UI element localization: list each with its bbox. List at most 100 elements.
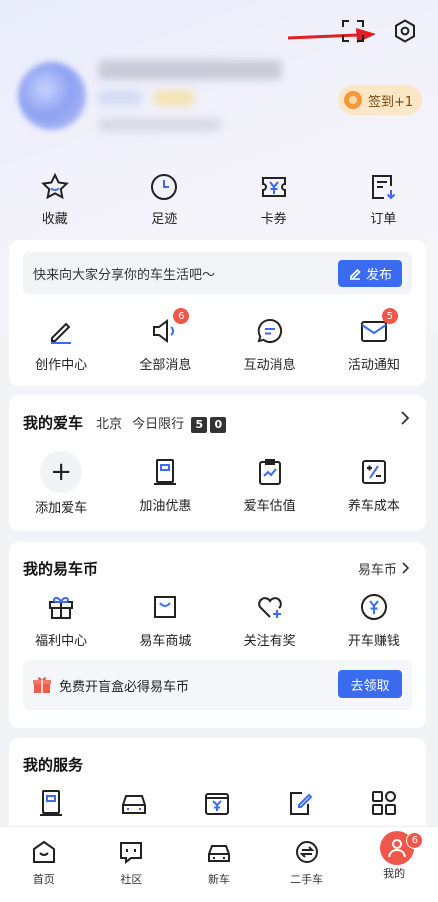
nav-used-car[interactable]: 二手车 (263, 827, 351, 902)
shopping-bag-icon (154, 596, 177, 618)
service-item[interactable] (9, 788, 92, 818)
maintenance-cost[interactable]: 养车成本 (322, 457, 426, 516)
publish-label: 发布 (365, 268, 392, 283)
nav-new-car[interactable]: 新车 (175, 827, 263, 902)
share-prompt: 快来向大家分享你的车生活吧～ (33, 267, 216, 283)
cell-label: 易车商城 (139, 634, 192, 649)
gift-icon (49, 596, 74, 619)
drive-earn[interactable]: 开车赚钱 (322, 592, 426, 649)
heart-plus-icon (257, 597, 282, 618)
clock-icon (151, 174, 178, 200)
welfare-center[interactable]: 福利中心 (9, 592, 113, 649)
publish-button[interactable]: 发布 (338, 260, 402, 287)
my-car-card: 我的爱车 北京 今日限行 50 + 添加爱车 加油优惠 爱车估值 养车成本 (9, 395, 426, 531)
quick-coupons[interactable]: 卡券 (219, 172, 329, 227)
user-level-blurred (154, 90, 194, 106)
quick-history[interactable]: 足迹 (110, 172, 220, 227)
quick-label: 订单 (370, 212, 397, 227)
chevron-right-icon[interactable] (400, 411, 410, 429)
chat-icon (257, 318, 282, 343)
coins-link-label: 易车币 (357, 563, 397, 578)
coins-grid: 福利中心 易车商城 关注有奖 开车赚钱 (9, 592, 426, 649)
activity-notifications[interactable]: 5 活动通知 (322, 308, 426, 373)
settings-gear-icon[interactable] (392, 18, 418, 44)
quick-favorites[interactable]: 收藏 (0, 172, 110, 227)
quick-label: 足迹 (151, 212, 178, 227)
me-badge: 6 (406, 832, 424, 849)
messages-card: 快来向大家分享你的车生活吧～ 发布 创作中心 6 全部消息 互动消息 5 活动通… (9, 240, 426, 386)
quick-access-row: 收藏 足迹 卡券 订单 (0, 172, 438, 227)
coin-icon (344, 91, 362, 109)
unread-badge: 6 (173, 308, 190, 324)
cell-label: 养车成本 (347, 499, 400, 514)
quick-label: 收藏 (41, 212, 68, 227)
pen-icon (51, 322, 72, 344)
promo-text: 免费开盲盒必得易车币 (59, 679, 190, 695)
section-title: 我的易车币 (23, 560, 99, 578)
coupon-icon (261, 177, 286, 197)
nav-label: 社区 (120, 873, 143, 886)
share-bar[interactable]: 快来向大家分享你的车生活吧～ 发布 (23, 252, 412, 294)
nav-label: 首页 (32, 873, 55, 886)
creator-center[interactable]: 创作中心 (9, 316, 113, 373)
section-title: 我的爱车 (23, 414, 84, 432)
star-icon (40, 172, 69, 200)
nav-me[interactable]: 6 我的 (350, 827, 438, 902)
signin-button[interactable]: 签到+1 (338, 85, 422, 115)
avatar[interactable] (18, 62, 86, 130)
restriction-number: 5 (191, 416, 208, 433)
calculator-icon (361, 460, 386, 484)
messages-grid: 创作中心 6 全部消息 互动消息 5 活动通知 (9, 308, 426, 373)
valuation-icon (258, 459, 281, 485)
quick-orders[interactable]: 订单 (329, 172, 438, 227)
coins-card: 我的易车币 易车币 福利中心 易车商城 关注有奖 开车赚钱 免费开盲盒必得易车币… (9, 542, 426, 728)
restriction-number: 0 (210, 416, 227, 433)
add-car[interactable]: + 添加爱车 (9, 451, 113, 516)
top-toolbar (340, 18, 418, 44)
note-edit-icon (289, 792, 313, 815)
cell-label: 开车赚钱 (347, 634, 400, 649)
wallet-yen-icon (205, 793, 230, 815)
cell-label: 加油优惠 (139, 499, 192, 514)
mall[interactable]: 易车商城 (113, 592, 217, 649)
service-item[interactable] (259, 788, 342, 818)
cell-label: 关注有奖 (243, 634, 296, 649)
nav-home[interactable]: 首页 (0, 827, 88, 902)
quick-label: 卡券 (260, 212, 287, 227)
username-blurred (98, 60, 282, 80)
plus-icon: + (40, 451, 83, 493)
bottom-navigation: 首页 社区 新车 二手车 6 我的 (0, 826, 438, 902)
unread-badge: 5 (381, 308, 398, 324)
claim-button[interactable]: 去领取 (338, 670, 402, 698)
car-valuation[interactable]: 爱车估值 (218, 457, 322, 516)
edit-icon (349, 268, 361, 280)
community-icon (120, 842, 143, 865)
nav-community[interactable]: 社区 (88, 827, 176, 902)
user-tags-blurred (98, 90, 142, 106)
coins-link[interactable]: 易车币 (358, 559, 410, 578)
all-messages[interactable]: 6 全部消息 (113, 308, 217, 373)
section-title: 我的服务 (23, 756, 84, 774)
interaction-messages[interactable]: 互动消息 (218, 316, 322, 373)
nav-label: 二手车 (290, 873, 324, 886)
follow-reward[interactable]: 关注有奖 (218, 592, 322, 649)
service-item[interactable] (92, 788, 175, 818)
city-label: 北京 (96, 417, 123, 432)
cell-label: 创作中心 (35, 358, 88, 373)
cell-label: 福利中心 (35, 634, 88, 649)
cell-label: 全部消息 (139, 358, 192, 373)
car-grid: + 添加爱车 加油优惠 爱车估值 养车成本 (9, 451, 426, 516)
services-grid (9, 788, 426, 818)
fuel-icon (154, 459, 177, 485)
service-item[interactable] (176, 788, 259, 818)
cell-label: 互动消息 (243, 358, 296, 373)
services-card: 我的服务 (9, 738, 426, 838)
fuel-discount[interactable]: 加油优惠 (113, 457, 217, 516)
order-icon (372, 175, 396, 200)
chevron-right-icon (402, 562, 410, 574)
cell-label: 添加爱车 (35, 501, 88, 516)
blind-box-promo[interactable]: 免费开盲盒必得易车币 去领取 (23, 660, 412, 710)
scan-icon[interactable] (340, 18, 366, 44)
restriction-label: 今日限行 (132, 417, 185, 432)
service-item[interactable] (343, 788, 426, 818)
